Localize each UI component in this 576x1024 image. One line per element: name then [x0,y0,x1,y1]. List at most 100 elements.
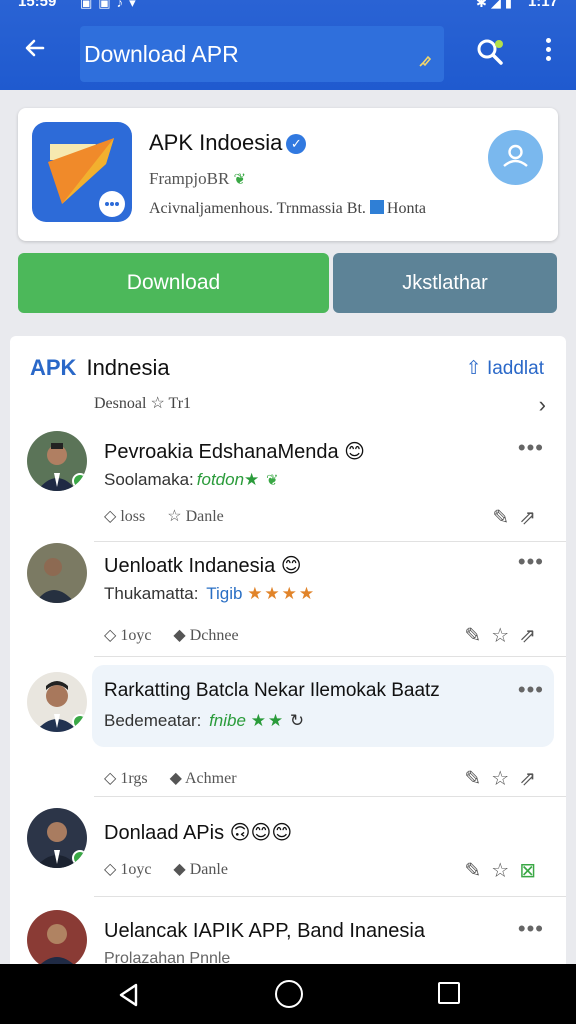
post-meta: ◇ loss ☆ Danle [104,506,246,526]
post-meta-b: ◆ Achmer [169,770,237,787]
like-icon[interactable]: ✎ [465,768,492,790]
avatar[interactable] [27,910,87,966]
emoji-icon: 🙃😊😊 [229,822,293,844]
star-outline-icon: ☆ [150,395,165,412]
app-meta-text: Acivnaljamenhous. Trnmassia Bt. [149,200,366,217]
post-more-icon[interactable]: ••• [518,549,544,575]
post-actions: ✎☆⊠ [465,858,546,883]
avatar[interactable] [27,808,87,868]
post-sub-text: Bedemeatar: [104,711,202,730]
divider [94,656,566,657]
share-icon[interactable]: ⇗ [519,768,546,790]
back-arrow-icon[interactable] [20,36,50,66]
developer-name: FrampjoBR [149,169,230,188]
overflow-menu-icon[interactable] [538,38,558,68]
feed-subtitle-tag: Tr1 [168,395,192,412]
app-name: APK Indoesia ✓ [149,130,307,156]
status-time: 15:59 [18,0,57,10]
feed-header-action[interactable]: ⇧ Iaddlat [466,357,544,380]
share-icon[interactable]: ⇗ [519,507,546,529]
search-icon[interactable] [474,36,506,68]
like-icon[interactable]: ✎ [465,625,492,647]
share-icon[interactable]: ⊠ [519,860,546,882]
online-badge [72,714,87,730]
avatar-photo [27,910,87,966]
post-actions: ✎☆⇗ [465,623,546,648]
post-sub-text: Soolamaka: [104,470,194,489]
system-nav-bar [0,964,576,1024]
profile-button[interactable] [488,130,543,185]
post-highlight [92,665,554,747]
divider [94,896,566,897]
star-icon[interactable]: ☆ [491,860,519,882]
secondary-button[interactable]: Jkstlathar [333,253,557,313]
star-icon[interactable]: ☆ [491,768,519,790]
post-more-icon[interactable]: ••• [518,677,544,703]
feed-subtitle: Desnoal ☆ Tr1 [94,393,191,413]
divider [94,796,566,797]
edit-pencil-icon [419,55,432,67]
post-meta: ◇ 1oyc ◆ Danle [104,859,250,879]
feed-brand: APK [30,355,77,380]
post-meta-a: ◇ 1oyc [104,861,152,878]
post-meta-b: ☆ Danle [167,508,224,525]
notification-icons: ▣▣♪▾ [80,0,142,10]
chevron-right-icon[interactable]: › [539,392,546,418]
emoji-icon: 😊 [344,441,366,463]
nav-back-svg [119,983,138,1007]
avatar[interactable] [27,543,87,603]
refresh-icon: ↻ [289,711,305,730]
download-button[interactable]: Download [18,253,329,313]
post-tag: fotdon [196,470,245,489]
avatar[interactable] [27,431,87,491]
feed-post[interactable]: Uenloatk Indanesia 😊 Thukamatta: Tigib ★… [10,541,566,658]
like-icon[interactable]: ✎ [465,860,492,882]
app-name-text: APK Indoesia [149,130,283,155]
like-icon[interactable]: ✎ [492,507,519,529]
online-badge [72,850,87,866]
post-title: Rarkatting Batcla Nekar Ilemokak Baatz [104,680,440,702]
nav-home-icon[interactable] [275,980,303,1008]
feed-panel: APK Indnesia ⇧ Iaddlat Desnoal ☆ Tr1 › Pe… [10,336,566,966]
signal-icons: ✱◢▮ [475,0,516,10]
leaf-icon: ❦ [266,472,279,489]
upload-arrow-icon: ⇧ [465,358,482,379]
feed-header: APK Indnesia [30,355,170,381]
post-title: Uenloatk Indanesia 😊 [104,553,302,578]
app-info-card: APK Indoesia ✓ FrampjoBR ❦ Acivnaljamenho… [18,108,558,241]
post-tag: Tigib [206,584,243,603]
nav-recents-icon[interactable] [438,982,460,1004]
feed-post[interactable]: Rarkatting Batcla Nekar Ilemokak Baatz B… [10,664,566,797]
status-bar: 15:59 ▣▣♪▾ ✱◢▮ 1:17 [0,0,576,14]
app-logo-icon [32,122,132,222]
post-more-icon[interactable]: ••• [518,435,544,461]
post-tag: fnibe [209,711,246,730]
feed-post[interactable]: Pevroakia EdshanaMenda 😊 Soolamaka: fotdo… [10,429,566,539]
post-sub-text: Thukamatta: [104,584,199,603]
rating-stars: ★ [244,470,262,489]
post-more-icon[interactable]: ••• [518,916,544,942]
star-icon[interactable]: ☆ [491,625,519,647]
post-meta-a: ◇ 1rgs [104,770,148,787]
title-field[interactable]: Download APR [80,26,444,82]
search-icon-svg [477,39,503,65]
app-logo-svg [48,138,125,217]
post-subtitle: Thukamatta: Tigib ★★★★ [104,584,316,604]
post-actions: ✎☆⇗ [465,766,546,791]
app-meta: Acivnaljamenhous. Trnmassia Bt. Honta [149,200,426,218]
post-title: Uelancak IAPIK APP, Band Inanesia [104,920,425,943]
feed-post[interactable]: Donlaad APis 🙃😊😊 ◇ 1oyc ◆ Danle ✎☆⊠ [10,806,566,894]
rating-stars: ★★★★ [247,584,317,603]
app-meta-tag: Honta [386,200,426,217]
feed-post[interactable]: Uelancak IAPIK APP, Band Inanesia Prolaz… [10,908,566,966]
post-subtitle: Soolamaka: fotdon★ ❦ [104,470,279,490]
avatar[interactable] [27,672,87,732]
nav-back-icon[interactable] [116,982,142,1008]
emoji-icon: 😊 [280,555,302,577]
back-arrow-svg [25,39,45,57]
post-meta-b: ◆ Dchnee [173,627,239,644]
share-icon[interactable]: ⇗ [519,625,546,647]
person-icon [503,144,528,167]
post-subtitle: Bedemeatar: fnibe ★★ ↻ [104,711,304,731]
post-actions: ✎⇗ [492,505,546,530]
